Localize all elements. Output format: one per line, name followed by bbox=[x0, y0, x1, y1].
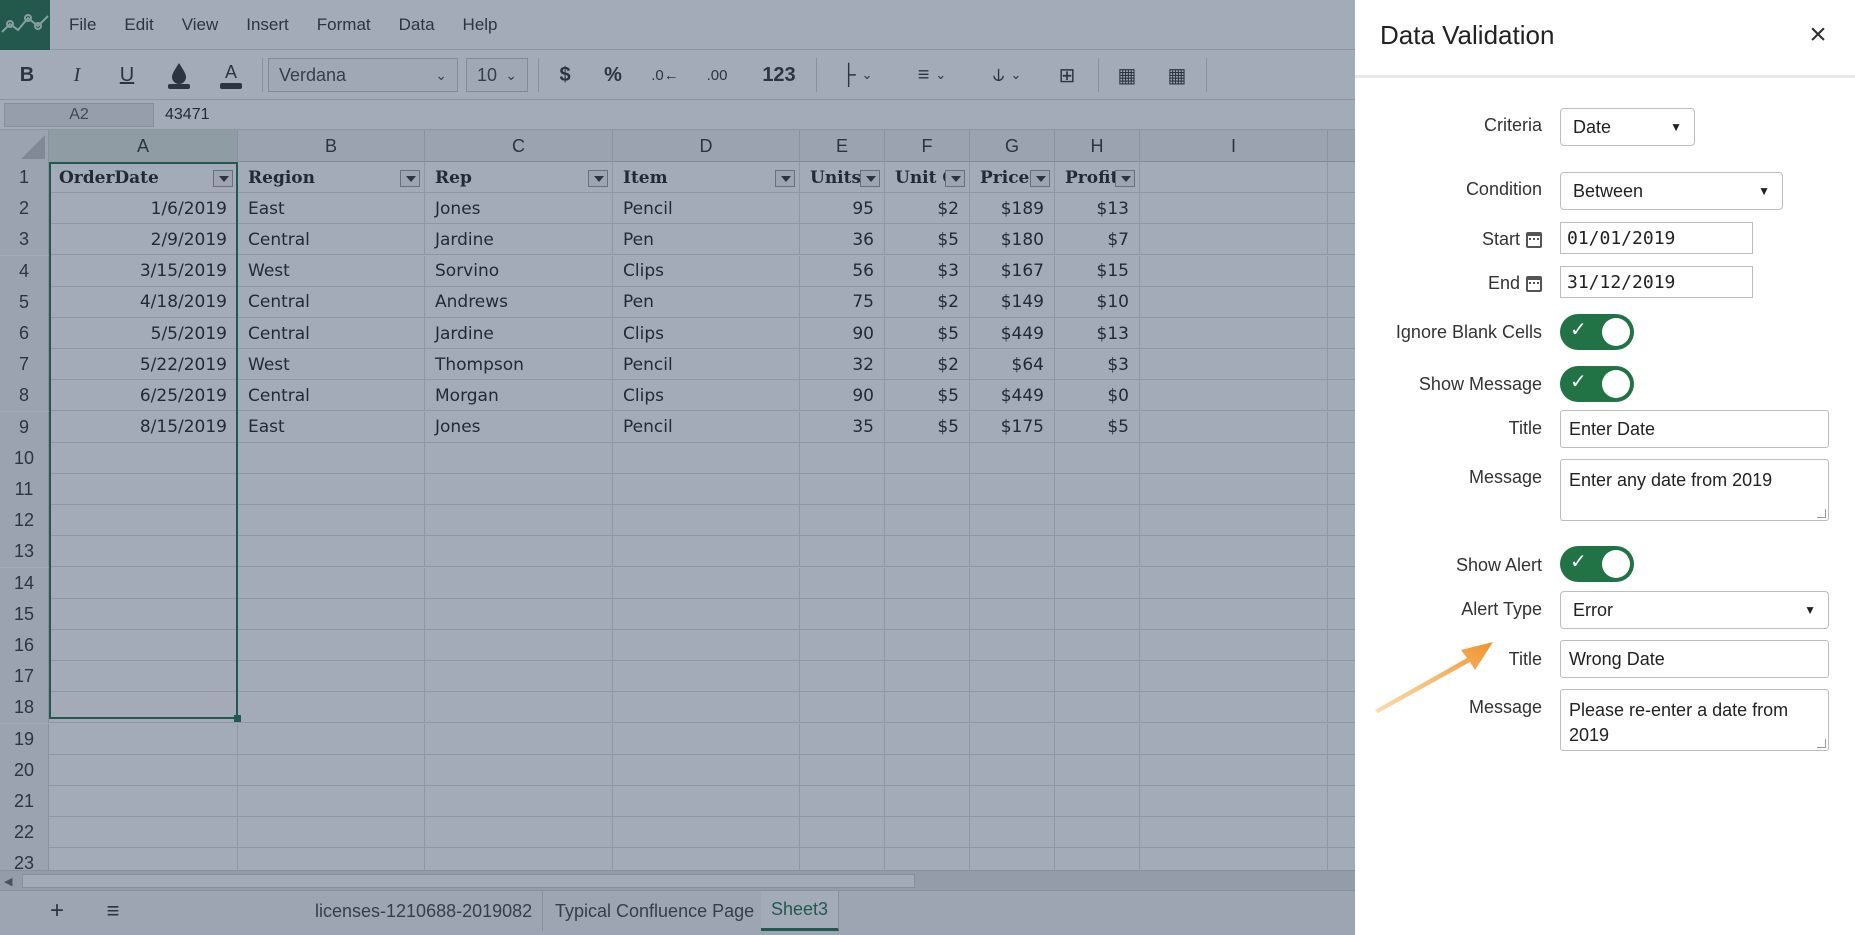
check-icon: ✓ bbox=[1570, 319, 1587, 341]
show-message-toggle[interactable]: ✓ bbox=[1560, 366, 1634, 402]
end-label: End bbox=[1488, 273, 1542, 294]
alert-type-select[interactable]: Error ▼ bbox=[1560, 591, 1829, 629]
calendar-icon[interactable] bbox=[1526, 231, 1542, 248]
start-date-input[interactable]: 01/01/2019 bbox=[1560, 222, 1753, 254]
alert-title-label: Title bbox=[1508, 649, 1542, 669]
end-label-text: End bbox=[1487, 273, 1520, 293]
show-alert-label: Show Alert bbox=[1455, 555, 1542, 575]
close-icon[interactable]: × bbox=[1803, 20, 1833, 50]
ignore-blank-toggle[interactable]: ✓ bbox=[1560, 314, 1634, 350]
show-message-label: Show Message bbox=[1418, 374, 1542, 394]
condition-value: Between bbox=[1573, 180, 1644, 201]
criteria-value: Date bbox=[1573, 116, 1612, 137]
condition-label: Condition bbox=[1465, 179, 1542, 199]
show-alert-toggle[interactable]: ✓ bbox=[1560, 546, 1634, 582]
criteria-select[interactable]: Date ▼ bbox=[1560, 108, 1695, 146]
message-title-label: Title bbox=[1508, 418, 1542, 438]
end-date-input[interactable]: 31/12/2019 bbox=[1560, 266, 1753, 298]
alert-title-input[interactable]: Wrong Date bbox=[1560, 640, 1829, 678]
data-validation-panel: Data Validation × Criteria Date ▼ Condit… bbox=[1355, 0, 1855, 935]
calendar-icon[interactable] bbox=[1526, 275, 1542, 292]
alert-type-label: Alert Type bbox=[1461, 599, 1542, 619]
annotation-arrow-icon bbox=[1375, 642, 1493, 713]
caret-down-icon: ▼ bbox=[1804, 603, 1816, 617]
panel-header: Data Validation × bbox=[1355, 0, 1855, 78]
toggle-knob bbox=[1602, 550, 1630, 578]
message-title-input[interactable]: Enter Date bbox=[1560, 410, 1829, 448]
message-body-label: Message bbox=[1468, 467, 1542, 487]
condition-select[interactable]: Between ▼ bbox=[1560, 172, 1783, 210]
alert-type-value: Error bbox=[1573, 599, 1613, 620]
caret-down-icon: ▼ bbox=[1758, 184, 1770, 198]
ignore-blank-label: Ignore Blank Cells bbox=[1395, 322, 1542, 342]
criteria-label: Criteria bbox=[1483, 115, 1542, 135]
alert-message-textarea[interactable]: Please re-enter a date from 2019 bbox=[1560, 689, 1829, 751]
toggle-knob bbox=[1602, 318, 1630, 346]
check-icon: ✓ bbox=[1570, 551, 1587, 573]
panel-title: Data Validation bbox=[1380, 20, 1555, 50]
message-body-textarea[interactable]: Enter any date from 2019 bbox=[1560, 459, 1829, 521]
caret-down-icon: ▼ bbox=[1670, 120, 1682, 134]
start-label-text: Start bbox=[1481, 229, 1520, 249]
toggle-knob bbox=[1602, 370, 1630, 398]
start-label: Start bbox=[1482, 229, 1542, 250]
check-icon: ✓ bbox=[1570, 371, 1587, 393]
